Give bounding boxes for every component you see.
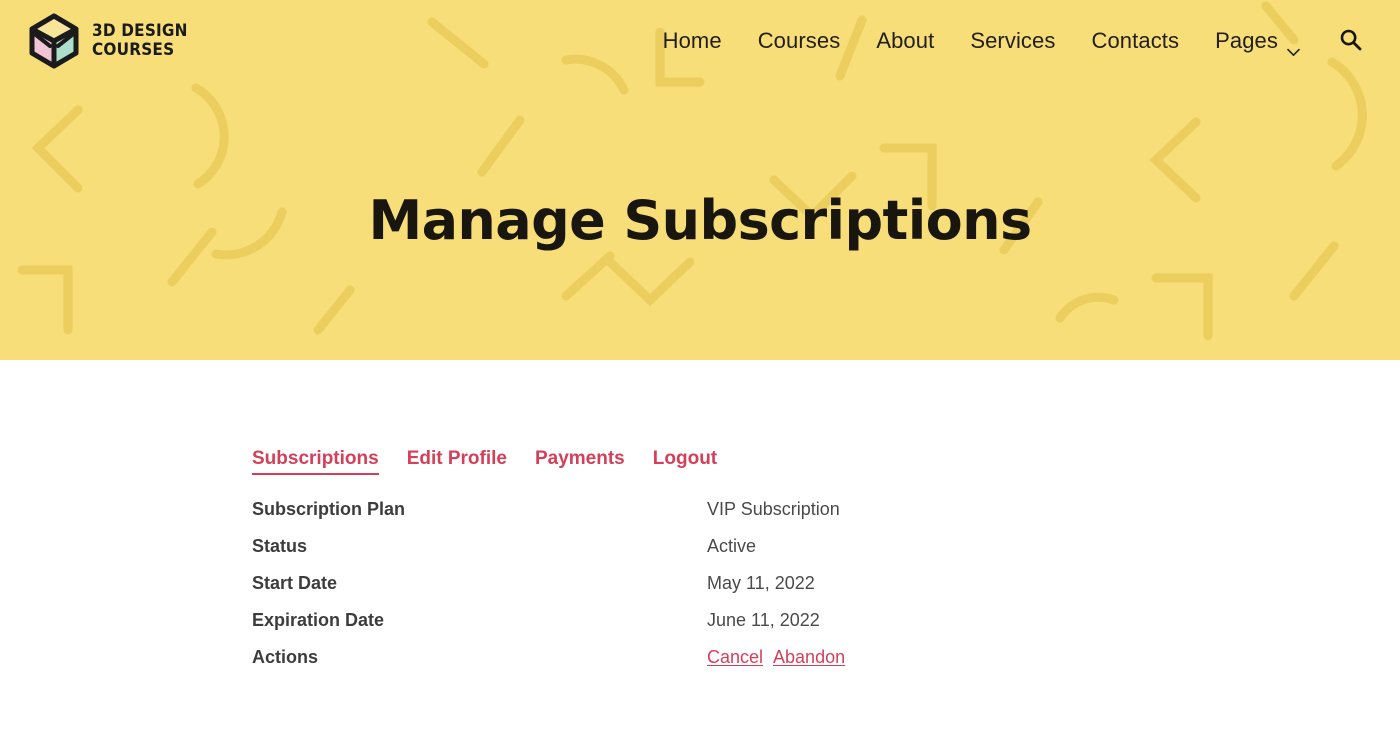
search-icon (1339, 28, 1362, 54)
account-panel: Subscriptions Edit Profile Payments Logo… (252, 448, 1252, 676)
tab-edit-profile[interactable]: Edit Profile (407, 448, 507, 473)
account-tabs: Subscriptions Edit Profile Payments Logo… (252, 448, 1252, 475)
page-title: Manage Subscriptions (368, 189, 1032, 252)
site-header: 3D DESIGN COURSES Home Courses About Ser… (0, 0, 1400, 82)
nav-item-services[interactable]: Services (952, 22, 1073, 60)
detail-label-start-date: Start Date (252, 573, 338, 593)
tab-subscriptions[interactable]: Subscriptions (252, 448, 379, 475)
detail-value-start-date: May 11, 2022 (707, 573, 815, 593)
cancel-subscription-link[interactable]: Cancel (707, 647, 763, 667)
nav-item-pages-label: Pages (1215, 28, 1278, 53)
detail-label-status: Status (252, 536, 308, 556)
brand-logo[interactable]: 3D DESIGN COURSES (28, 13, 188, 69)
main-navigation: Home Courses About Services Contacts Pag… (645, 21, 1370, 61)
nav-item-about[interactable]: About (858, 22, 952, 60)
detail-label-subscription-plan: Subscription Plan (252, 499, 406, 519)
detail-value-expiration-date: June 11, 2022 (707, 610, 820, 630)
status-badge: Active (707, 536, 757, 556)
detail-label-actions: Actions (252, 647, 319, 667)
detail-label-expiration-date: Expiration Date (252, 610, 385, 630)
table-row: Expiration Date June 11, 2022 (252, 602, 1252, 639)
page-root: 3D DESIGN COURSES Home Courses About Ser… (0, 0, 1400, 740)
search-button[interactable] (1330, 21, 1370, 61)
cube-icon (28, 13, 80, 69)
nav-item-home[interactable]: Home (645, 22, 740, 60)
table-row: Actions Cancel Abandon (252, 639, 1252, 676)
detail-value-actions: Cancel Abandon (707, 639, 1252, 676)
hero-banner: 3D DESIGN COURSES Home Courses About Ser… (0, 0, 1400, 360)
chevron-down-icon (1287, 37, 1300, 56)
subscription-details-table: Subscription Plan VIP Subscription Statu… (252, 491, 1252, 676)
brand-name: 3D DESIGN COURSES (92, 21, 188, 60)
nav-item-pages[interactable]: Pages (1197, 22, 1318, 60)
nav-item-contacts[interactable]: Contacts (1073, 22, 1197, 60)
detail-value-subscription-plan: VIP Subscription (707, 499, 840, 519)
table-row: Start Date May 11, 2022 (252, 565, 1252, 602)
nav-item-courses[interactable]: Courses (740, 22, 859, 60)
table-row: Subscription Plan VIP Subscription (252, 491, 1252, 528)
tab-payments[interactable]: Payments (535, 448, 625, 473)
table-row: Status Active (252, 528, 1252, 565)
tab-logout[interactable]: Logout (653, 448, 717, 473)
abandon-subscription-link[interactable]: Abandon (773, 647, 845, 667)
